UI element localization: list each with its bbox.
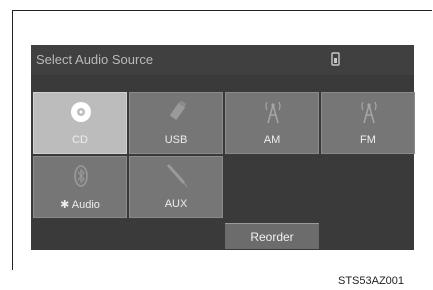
source-bluetooth-audio-button[interactable]: ✱ Audio [33, 156, 127, 218]
figure-code: STS53AZ001 [338, 275, 405, 287]
source-cd-label: CD [72, 134, 88, 146]
source-am-label: AM [263, 134, 281, 146]
source-aux-button[interactable]: AUX [129, 156, 223, 218]
screen-header: Select Audio Source [31, 45, 414, 75]
disc-icon [71, 102, 91, 122]
source-audio-text: Audio [71, 199, 100, 211]
source-fm-button[interactable]: FM [321, 92, 415, 154]
source-bluetooth-audio-label: ✱ Audio [34, 198, 126, 211]
audio-source-screen: Select Audio Source CD USB AM FM ✱ Audio… [31, 45, 415, 250]
source-cd-button[interactable]: CD [33, 92, 127, 154]
aux-cable-icon [166, 164, 188, 188]
bluetooth-icon [74, 165, 88, 187]
source-aux-label: AUX [164, 198, 188, 210]
radio-antenna-icon [265, 101, 281, 124]
reorder-button[interactable]: Reorder [225, 223, 319, 249]
source-am-button[interactable]: AM [225, 92, 319, 154]
bluetooth-small-icon: ✱ [60, 199, 70, 211]
source-usb-button[interactable]: USB [129, 92, 223, 154]
source-fm-label: FM [360, 134, 376, 146]
source-usb-label: USB [164, 134, 188, 146]
usb-icon [170, 100, 187, 120]
screen-title: Select Audio Source [36, 52, 154, 67]
phone-battery-icon [331, 52, 340, 66]
radio-antenna-icon [361, 101, 377, 124]
